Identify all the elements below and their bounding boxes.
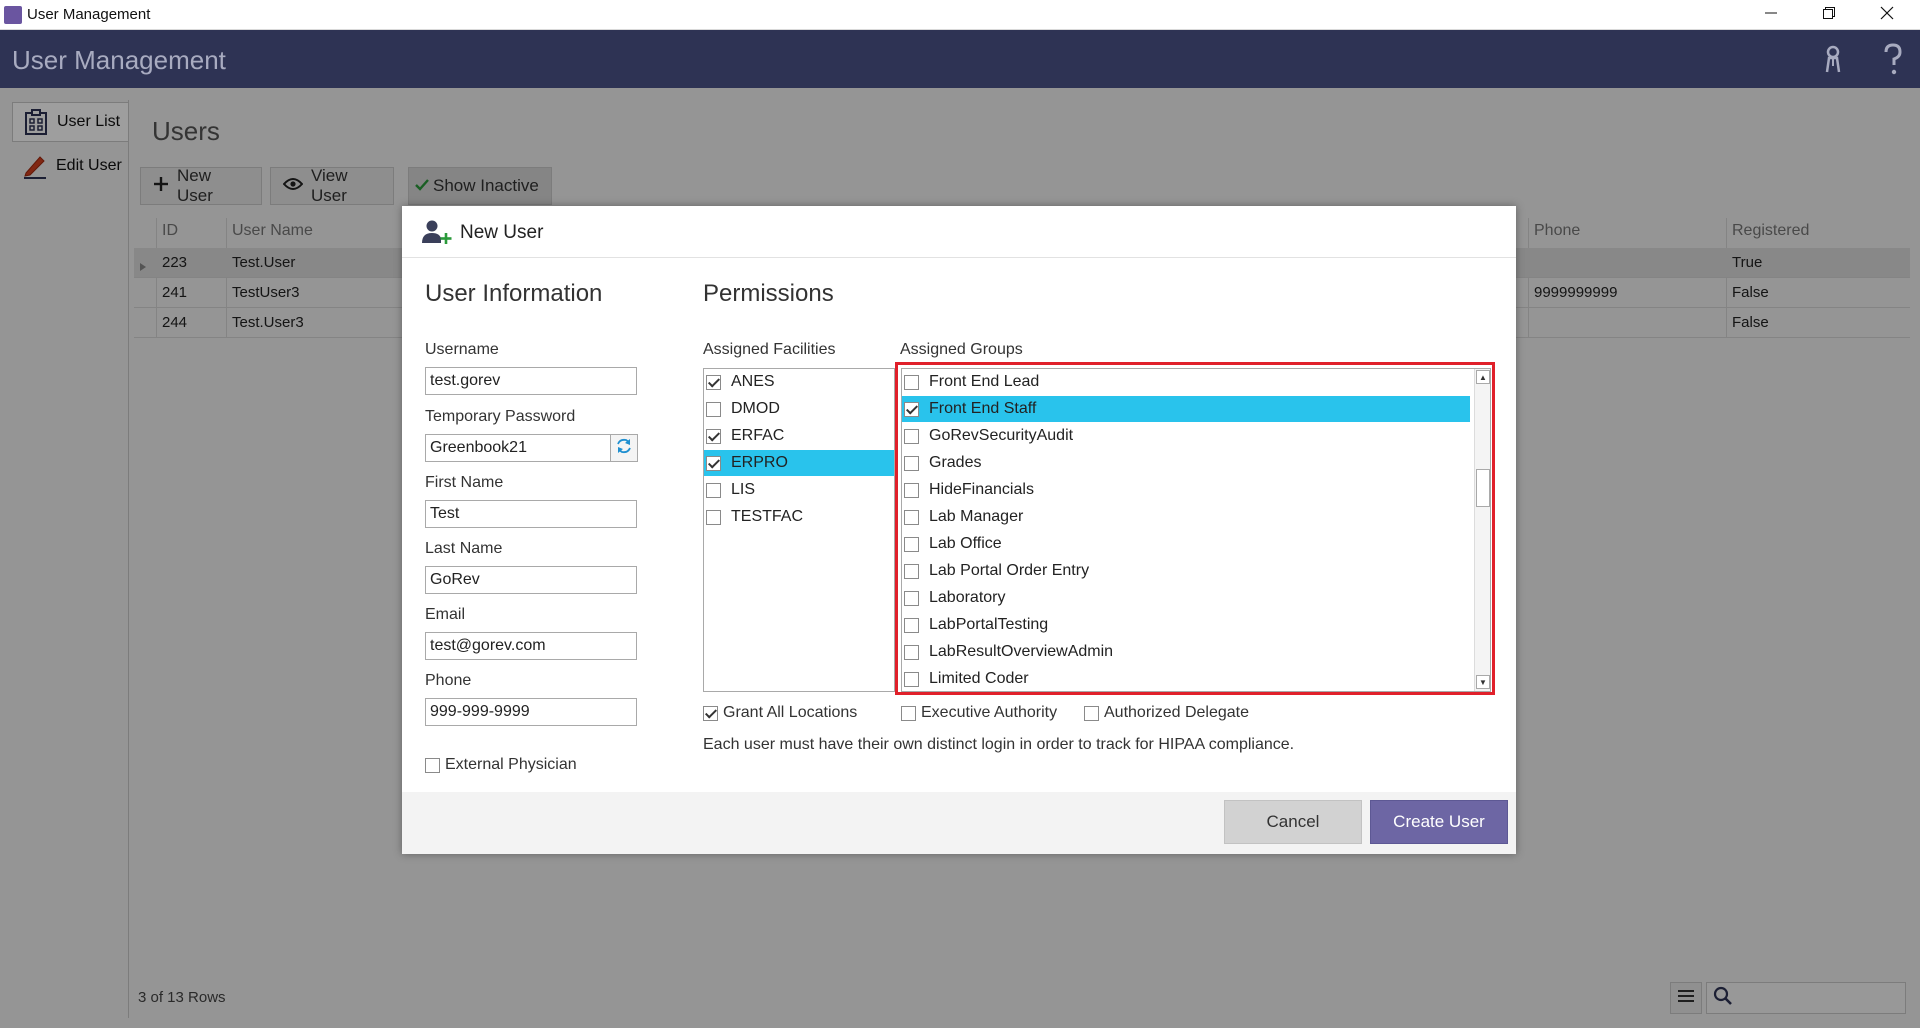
facility-checkbox[interactable]	[706, 455, 721, 471]
dialog-title: New User	[460, 222, 544, 243]
external-physician-label: External Physician	[445, 756, 577, 773]
minimize-button[interactable]	[1742, 0, 1800, 30]
refresh-icon	[615, 438, 633, 459]
facility-checkbox[interactable]	[706, 401, 721, 417]
facility-name: TESTFAC	[731, 508, 804, 525]
title-bar: User Management	[0, 0, 1920, 30]
restore-icon	[1823, 6, 1835, 24]
facilities-list: ANES DMOD ERFAC ERPRO LIS TESTFAC	[703, 368, 895, 692]
facility-name: ANES	[731, 373, 775, 390]
last-name-input[interactable]	[425, 566, 637, 594]
highlight-box	[895, 362, 1495, 695]
email-label: Email	[425, 606, 466, 623]
app-icon	[4, 6, 22, 24]
list-item[interactable]: ANES	[704, 369, 894, 395]
executive-authority-checkbox[interactable]	[901, 705, 916, 721]
grant-all-locations-option[interactable]: Grant All Locations	[703, 704, 857, 722]
user-information-heading: User Information	[425, 280, 603, 307]
generate-password-button[interactable]	[610, 434, 638, 462]
facility-checkbox[interactable]	[706, 428, 721, 444]
permissions-heading: Permissions	[703, 280, 834, 307]
app-header: User Management	[0, 30, 1920, 88]
minimize-icon	[1765, 6, 1777, 24]
list-item[interactable]: ERFAC	[704, 423, 894, 449]
temporary-password-input[interactable]	[425, 434, 613, 462]
phone-input[interactable]	[425, 698, 637, 726]
grant-all-locations-checkbox[interactable]	[703, 705, 718, 721]
phone-label: Phone	[425, 672, 472, 689]
external-physician-option[interactable]: External Physician	[425, 756, 577, 774]
add-user-icon	[422, 219, 452, 245]
first-name-input[interactable]	[425, 500, 637, 528]
list-item[interactable]: DMOD	[704, 396, 894, 422]
facility-checkbox[interactable]	[706, 374, 721, 390]
email-input[interactable]	[425, 632, 637, 660]
restore-button[interactable]	[1800, 0, 1858, 30]
list-item[interactable]: TESTFAC	[704, 504, 894, 530]
assigned-groups-label: Assigned Groups	[900, 341, 1023, 358]
authorized-delegate-option[interactable]: Authorized Delegate	[1084, 704, 1249, 722]
user-keys-icon[interactable]	[1818, 42, 1852, 76]
facility-checkbox[interactable]	[706, 482, 721, 498]
executive-authority-label: Executive Authority	[921, 704, 1058, 721]
grant-all-locations-label: Grant All Locations	[723, 704, 858, 721]
username-label: Username	[425, 341, 499, 358]
external-physician-checkbox[interactable]	[425, 757, 440, 773]
facility-name: ERPRO	[731, 454, 788, 471]
facility-checkbox[interactable]	[706, 509, 721, 525]
assigned-facilities-label: Assigned Facilities	[703, 341, 836, 358]
facility-name: ERFAC	[731, 427, 785, 444]
username-input[interactable]	[425, 367, 637, 395]
close-button[interactable]	[1858, 0, 1916, 30]
authorized-delegate-label: Authorized Delegate	[1104, 704, 1249, 721]
list-item[interactable]: LIS	[704, 477, 894, 503]
first-name-label: First Name	[425, 474, 504, 491]
temporary-password-label: Temporary Password	[425, 408, 576, 425]
header-title: User Management	[12, 45, 226, 75]
executive-authority-option[interactable]: Executive Authority	[901, 704, 1057, 722]
cancel-button[interactable]: Cancel	[1224, 800, 1362, 844]
facility-name: DMOD	[731, 400, 780, 417]
last-name-label: Last Name	[425, 540, 503, 557]
help-icon[interactable]	[1876, 42, 1910, 76]
facility-name: LIS	[731, 481, 756, 498]
window-title: User Management	[27, 6, 151, 23]
authorized-delegate-checkbox[interactable]	[1084, 705, 1099, 721]
new-user-dialog: New User User Information Username Tempo…	[402, 206, 1516, 854]
hipaa-note: Each user must have their own distinct l…	[703, 736, 1295, 753]
dialog-header: New User	[402, 206, 1516, 258]
create-user-button[interactable]: Create User	[1370, 800, 1508, 844]
list-item[interactable]: ERPRO	[704, 450, 894, 476]
close-icon	[1880, 6, 1894, 25]
